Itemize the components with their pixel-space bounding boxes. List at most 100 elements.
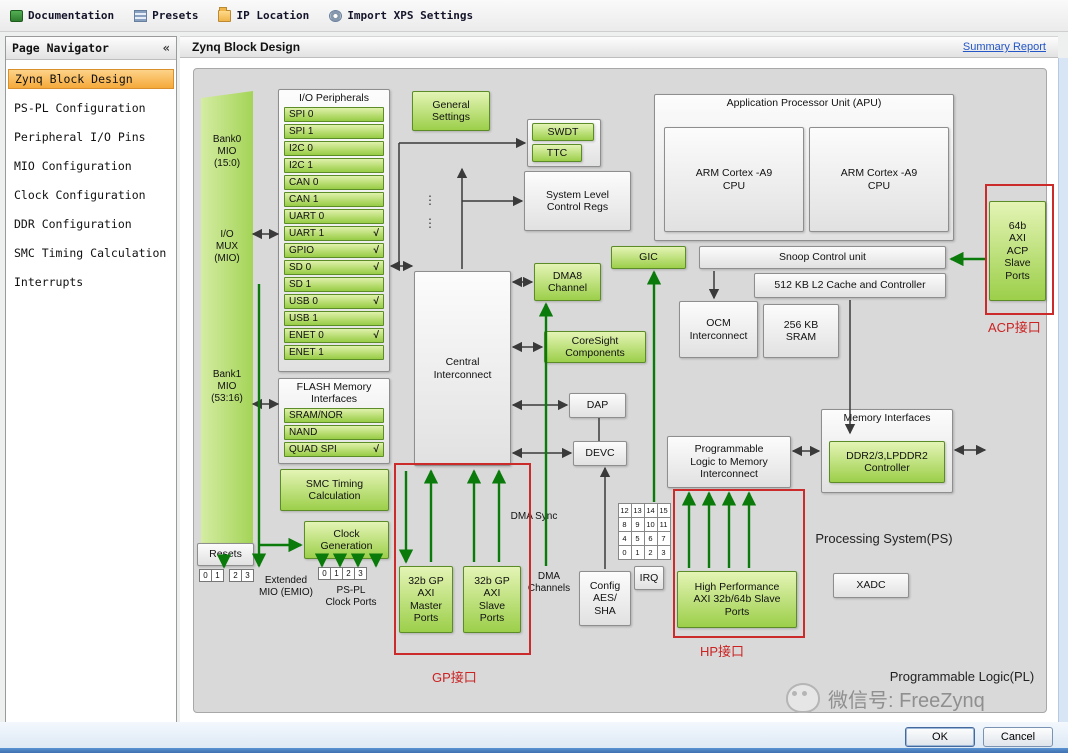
peripheral-spi0[interactable]: SPI 0 bbox=[284, 107, 384, 122]
peripheral-usb1[interactable]: USB 1 bbox=[284, 311, 384, 326]
io-peripherals-box: I/O Peripherals SPI 0 SPI 1 I2C 0 I2C 1 … bbox=[278, 89, 390, 372]
nav-item-peripheral-io-pins[interactable]: Peripheral I/O Pins bbox=[8, 127, 174, 147]
peripheral-can0[interactable]: CAN 0 bbox=[284, 175, 384, 190]
system-level-control-regs-block: System Level Control Regs bbox=[524, 171, 631, 231]
io-peripherals-title: I/O Peripherals bbox=[299, 92, 369, 104]
page-navigator-header: Page Navigator « bbox=[6, 37, 176, 60]
peripheral-enet1[interactable]: ENET 1 bbox=[284, 345, 384, 360]
window-bottom-edge bbox=[0, 748, 1068, 753]
watermark-logo-icon bbox=[786, 683, 820, 713]
apu-title: Application Processor Unit (APU) bbox=[727, 97, 882, 109]
presets-label: Presets bbox=[152, 9, 198, 22]
nav-item-mio-configuration[interactable]: MIO Configuration bbox=[8, 156, 174, 176]
dma-channels-label: DMA Channels bbox=[524, 571, 574, 595]
import-xps-settings-button[interactable]: Import XPS Settings bbox=[329, 9, 473, 22]
nav-item-ps-pl-configuration[interactable]: PS-PL Configuration bbox=[8, 98, 174, 118]
dma-sync-label: DMA Sync bbox=[507, 511, 561, 523]
emio-cells: 0 1 bbox=[199, 569, 223, 582]
flash-quad-spi[interactable]: QUAD SPI√ bbox=[284, 442, 384, 457]
nav-item-interrupts[interactable]: Interrupts bbox=[8, 272, 174, 292]
gic-block[interactable]: GIC bbox=[611, 246, 686, 269]
ip-location-button[interactable]: IP Location bbox=[218, 9, 309, 22]
ocm-interconnect-block: OCM Interconnect bbox=[679, 301, 758, 358]
xadc-block: XADC bbox=[833, 573, 909, 598]
peripheral-sd1[interactable]: SD 1 bbox=[284, 277, 384, 292]
peripheral-enet0[interactable]: ENET 0√ bbox=[284, 328, 384, 343]
import-xps-settings-label: Import XPS Settings bbox=[347, 9, 473, 22]
presets-button[interactable]: Presets bbox=[134, 9, 198, 22]
hp-axi-slave-ports-block[interactable]: High Performance AXI 32b/64b Slave Ports bbox=[677, 571, 797, 628]
swdt-block[interactable]: SWDT bbox=[532, 123, 594, 141]
coresight-block[interactable]: CoreSight Components bbox=[544, 331, 646, 363]
page-navigator-panel: Page Navigator « Zynq Block Design PS-PL… bbox=[5, 36, 177, 745]
memory-interfaces-title: Memory Interfaces bbox=[844, 412, 931, 424]
peripheral-spi1[interactable]: SPI 1 bbox=[284, 124, 384, 139]
zynq-block-diagram: Bank0 MIO (15:0) I/O MUX (MIO) Bank1 MIO… bbox=[193, 68, 1047, 713]
ps-pl-clock-cells: 0 1 2 3 bbox=[318, 567, 366, 580]
folder-icon bbox=[218, 10, 231, 22]
ok-button[interactable]: OK bbox=[905, 727, 975, 747]
nav-item-clock-configuration[interactable]: Clock Configuration bbox=[8, 185, 174, 205]
processing-system-label: Processing System(PS) bbox=[809, 531, 959, 547]
cancel-button[interactable]: Cancel bbox=[983, 727, 1053, 747]
peripheral-uart1[interactable]: UART 1√ bbox=[284, 226, 384, 241]
vertical-scrollbar[interactable] bbox=[1058, 58, 1068, 748]
peripheral-usb0[interactable]: USB 0√ bbox=[284, 294, 384, 309]
nav-item-zynq-block-design[interactable]: Zynq Block Design bbox=[8, 69, 174, 89]
acp-annotation-label: ACP接口 bbox=[988, 317, 1041, 336]
documentation-icon bbox=[10, 10, 23, 22]
gp-axi-master-ports-block[interactable]: 32b GP AXI Master Ports bbox=[399, 566, 453, 633]
peripheral-can1[interactable]: CAN 1 bbox=[284, 192, 384, 207]
snoop-control-unit-block: Snoop Control unit bbox=[699, 246, 946, 269]
resets-block: Resets bbox=[197, 543, 254, 566]
top-toolbar: Documentation Presets IP Location Import… bbox=[0, 0, 1068, 32]
bank1-mio-label[interactable]: Bank1 MIO (53:16) bbox=[201, 369, 253, 405]
gear-icon bbox=[329, 10, 342, 22]
ellipsis-dots: ⋮ bbox=[424, 217, 436, 229]
documentation-button[interactable]: Documentation bbox=[10, 9, 114, 22]
ttc-block[interactable]: TTC bbox=[532, 144, 582, 162]
emio-cells: 2 3 bbox=[229, 569, 253, 582]
ip-location-label: IP Location bbox=[236, 9, 309, 22]
dap-block: DAP bbox=[569, 393, 626, 418]
ps-pl-clock-ports-label: PS-PL Clock Ports bbox=[316, 585, 386, 609]
flash-memory-interfaces-box: FLASH Memory Interfaces SRAM/NOR NAND QU… bbox=[278, 378, 390, 464]
acp-slave-ports-block[interactable]: 64b AXI ACP Slave Ports bbox=[989, 201, 1046, 301]
flash-sram-nor[interactable]: SRAM/NOR bbox=[284, 408, 384, 423]
flash-nand[interactable]: NAND bbox=[284, 425, 384, 440]
nav-item-smc-timing-calculation[interactable]: SMC Timing Calculation bbox=[8, 243, 174, 263]
nav-item-ddr-configuration[interactable]: DDR Configuration bbox=[8, 214, 174, 234]
peripheral-sd0[interactable]: SD 0√ bbox=[284, 260, 384, 275]
bank0-mio-label[interactable]: Bank0 MIO (15:0) bbox=[201, 134, 253, 170]
gp-axi-slave-ports-block[interactable]: 32b GP AXI Slave Ports bbox=[463, 566, 521, 633]
smc-timing-calculation-block[interactable]: SMC Timing Calculation bbox=[280, 469, 389, 511]
collapse-panel-icon[interactable]: « bbox=[163, 41, 170, 55]
extended-mio-label: Extended MIO (EMIO) bbox=[254, 575, 318, 599]
ddr-controller-block[interactable]: DDR2/3,LPDDR2 Controller bbox=[829, 441, 945, 483]
peripheral-gpio[interactable]: GPIO√ bbox=[284, 243, 384, 258]
peripheral-i2c1[interactable]: I2C 1 bbox=[284, 158, 384, 173]
peripheral-i2c0[interactable]: I2C 0 bbox=[284, 141, 384, 156]
pl-to-memory-interconnect-block: Programmable Logic to Memory Interconnec… bbox=[667, 436, 791, 488]
documentation-label: Documentation bbox=[28, 9, 114, 22]
clock-generation-block[interactable]: Clock Generation bbox=[304, 521, 389, 559]
io-mux-label[interactable]: I/O MUX (MIO) bbox=[201, 229, 253, 265]
ellipsis-dots: ⋮ bbox=[424, 194, 436, 206]
peripheral-uart0[interactable]: UART 0 bbox=[284, 209, 384, 224]
main-panel-header: Zynq Block Design Summary Report bbox=[180, 36, 1058, 58]
irq-block: IRQ bbox=[634, 566, 664, 590]
summary-report-link[interactable]: Summary Report bbox=[963, 41, 1046, 53]
flash-memory-interfaces-title: FLASH Memory Interfaces bbox=[297, 381, 372, 405]
devc-block: DEVC bbox=[573, 441, 627, 466]
cpu1-block: ARM Cortex -A9 CPU bbox=[809, 127, 949, 232]
general-settings-block[interactable]: General Settings bbox=[412, 91, 490, 131]
central-interconnect-block: Central Interconnect bbox=[414, 271, 511, 466]
watermark-text: 微信号: FreeZynq bbox=[828, 684, 985, 713]
page-navigator-title: Page Navigator bbox=[12, 41, 109, 55]
presets-icon bbox=[134, 10, 147, 22]
irq-number-grid: 12131415 891011 4567 0123 bbox=[618, 503, 670, 559]
dma8-channel-block[interactable]: DMA8 Channel bbox=[534, 263, 601, 301]
hp-annotation-label: HP接口 bbox=[700, 641, 744, 660]
sram-block: 256 KB SRAM bbox=[763, 304, 839, 358]
config-aes-sha-block: Config AES/ SHA bbox=[579, 571, 631, 626]
